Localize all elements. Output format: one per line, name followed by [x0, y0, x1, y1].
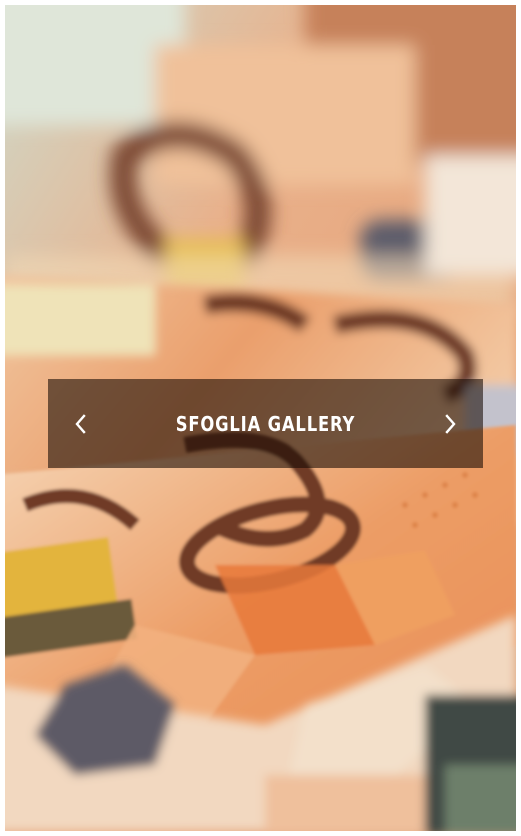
chevron-right-icon: [444, 413, 458, 435]
gallery-nav-bar: SFOGLIA GALLERY: [48, 379, 483, 468]
chevron-left-icon: [73, 413, 87, 435]
gallery-frame: SFOGLIA GALLERY: [5, 5, 516, 831]
gallery-prev-button[interactable]: [48, 379, 112, 468]
gallery-next-button[interactable]: [419, 379, 483, 468]
gallery-title[interactable]: SFOGLIA GALLERY: [176, 412, 356, 436]
